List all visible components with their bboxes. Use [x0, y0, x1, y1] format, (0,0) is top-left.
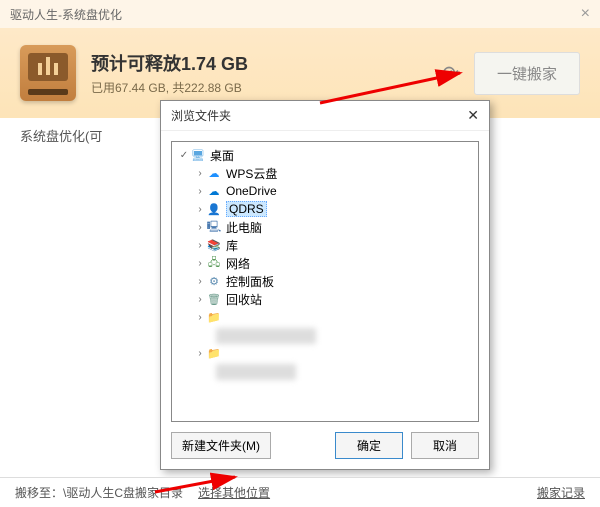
folder-icon: 📁	[206, 310, 222, 324]
collapse-icon[interactable]: ✓	[178, 150, 190, 161]
close-icon[interactable]: ×	[581, 5, 590, 23]
dialog-close-icon[interactable]: ✕	[467, 107, 479, 124]
tree-item-folder[interactable]: › 📁	[172, 308, 478, 326]
folder-tree[interactable]: ✓ 🖥 桌面 › ☁ WPS云盘 › ☁ OneDrive › 👤 QDRS ›	[171, 141, 479, 422]
tree-item-onedrive[interactable]: › ☁ OneDrive	[172, 182, 478, 200]
tree-root[interactable]: ✓ 🖥 桌面	[172, 146, 478, 164]
desktop-icon: 🖥	[190, 148, 206, 162]
new-folder-button[interactable]: 新建文件夹(M)	[171, 432, 271, 459]
footer: 搬移至： \驱动人生C盘搬家目录 选择其他位置 搬家记录	[0, 477, 600, 507]
browse-folder-dialog: 浏览文件夹 ✕ ✓ 🖥 桌面 › ☁ WPS云盘 › ☁ OneDrive › …	[160, 100, 490, 470]
tree-item-library[interactable]: › 📚 库	[172, 236, 478, 254]
choose-other-link[interactable]: 选择其他位置	[198, 484, 270, 501]
blurred-item	[216, 328, 316, 344]
app-title: 驱动人生-系统盘优化	[10, 6, 122, 23]
control-panel-icon: ⚙	[206, 274, 222, 288]
tree-item-label: 库	[226, 237, 238, 254]
tree-item-network[interactable]: › 🖧 网络	[172, 254, 478, 272]
network-icon: 🖧	[206, 256, 222, 270]
tree-item-label: 回收站	[226, 291, 262, 308]
tree-root-label: 桌面	[210, 147, 234, 164]
expand-icon[interactable]: ›	[194, 276, 206, 287]
expand-icon[interactable]: ›	[194, 204, 206, 215]
subheader-text: 系统盘优化(可	[20, 129, 102, 144]
expand-icon[interactable]: ›	[194, 240, 206, 251]
move-path: \驱动人生C盘搬家目录	[63, 484, 183, 501]
dialog-body: ✓ 🖥 桌面 › ☁ WPS云盘 › ☁ OneDrive › 👤 QDRS ›	[161, 131, 489, 469]
expand-icon[interactable]: ›	[194, 222, 206, 233]
blurred-item	[216, 364, 296, 380]
usage-text: 已用67.44 GB, 共222.88 GB	[91, 79, 248, 96]
move-button[interactable]: 一键搬家	[474, 52, 580, 95]
dialog-buttons: 新建文件夹(M) 确定 取消	[171, 422, 479, 459]
tree-item-wps[interactable]: › ☁ WPS云盘	[172, 164, 478, 182]
move-to-label: 搬移至：	[15, 484, 63, 501]
ok-button[interactable]: 确定	[335, 432, 403, 459]
expand-icon[interactable]: ›	[194, 312, 206, 323]
tree-item-qdrs[interactable]: › 👤 QDRS	[172, 200, 478, 218]
tree-item-thispc[interactable]: › 🖳 此电脑	[172, 218, 478, 236]
folder-icon: 📁	[206, 346, 222, 360]
tree-item-label: WPS云盘	[226, 165, 277, 182]
tree-item-label: 网络	[226, 255, 250, 272]
tree-item-recycle[interactable]: › 🗑 回收站	[172, 290, 478, 308]
tree-item-controlpanel[interactable]: › ⚙ 控制面板	[172, 272, 478, 290]
history-link[interactable]: 搬家记录	[537, 484, 585, 501]
titlebar: 驱动人生-系统盘优化 ×	[0, 0, 600, 28]
expand-icon[interactable]: ›	[194, 168, 206, 179]
tree-item-label: OneDrive	[226, 184, 277, 198]
onedrive-icon: ☁	[206, 184, 222, 198]
tree-item-label: 控制面板	[226, 273, 274, 290]
dialog-title: 浏览文件夹	[171, 107, 231, 124]
disk-icon	[20, 45, 76, 101]
cloud-icon: ☁	[206, 166, 222, 180]
expand-icon[interactable]: ›	[194, 258, 206, 269]
tree-item-label: 此电脑	[226, 219, 262, 236]
header-text: 预计可释放1.74 GB 已用67.44 GB, 共222.88 GB	[91, 50, 248, 96]
user-icon: 👤	[206, 202, 222, 216]
tree-item-folder[interactable]: › 📁	[172, 344, 478, 362]
expand-icon[interactable]: ›	[194, 294, 206, 305]
tree-item-label: QDRS	[226, 201, 267, 217]
release-title: 预计可释放1.74 GB	[91, 50, 248, 76]
pc-icon: 🖳	[206, 220, 222, 234]
cancel-button[interactable]: 取消	[411, 432, 479, 459]
expand-icon[interactable]: ›	[194, 186, 206, 197]
library-icon: 📚	[206, 238, 222, 252]
expand-icon[interactable]: ›	[194, 348, 206, 359]
recycle-icon: 🗑	[206, 292, 222, 306]
dialog-titlebar: 浏览文件夹 ✕	[161, 101, 489, 131]
refresh-icon[interactable]: ⟳	[442, 61, 459, 86]
